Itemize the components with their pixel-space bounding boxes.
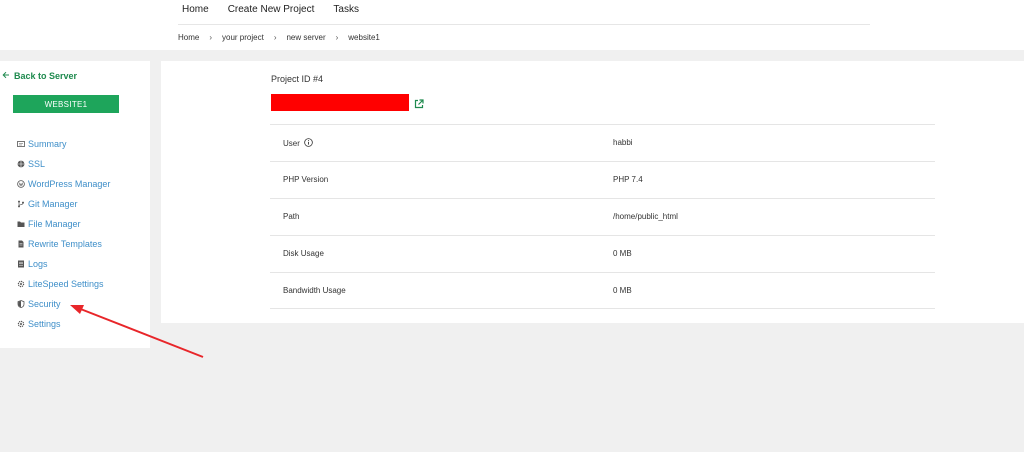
breadcrumb-project[interactable]: your project	[222, 33, 264, 42]
project-id-label: Project ID #4	[271, 74, 324, 84]
project-info-table: User habbi PHP Version PHP 7.4 Path /hom…	[270, 124, 935, 309]
sidebar-item-rewrite-templates[interactable]: Rewrite Templates	[17, 234, 110, 254]
table-row: PHP Version PHP 7.4	[270, 161, 935, 198]
sidebar-item-label[interactable]: SSL	[28, 159, 45, 169]
logs-icon	[17, 260, 25, 268]
sidebar-menu: Summary SSL WordPress Manager Git Manage…	[17, 134, 110, 334]
info-icon[interactable]	[304, 138, 313, 149]
ssl-icon	[17, 160, 25, 168]
summary-icon	[17, 140, 25, 148]
sidebar-item-litespeed-settings[interactable]: LiteSpeed Settings	[17, 274, 110, 294]
breadcrumb-home[interactable]: Home	[178, 33, 199, 42]
sidebar-item-settings[interactable]: Settings	[17, 314, 110, 334]
gear-icon	[17, 280, 25, 288]
external-link-icon[interactable]	[414, 96, 424, 109]
bandwidth-usage-label: Bandwidth Usage	[283, 286, 346, 295]
sidebar-item-label[interactable]: Git Manager	[28, 199, 78, 209]
sidebar-item-label[interactable]: Rewrite Templates	[28, 239, 102, 249]
breadcrumb-website: website1	[348, 33, 380, 42]
sidebar-item-security[interactable]: Security	[17, 294, 110, 314]
sidebar-item-label[interactable]: LiteSpeed Settings	[28, 279, 104, 289]
user-value: habbi	[613, 138, 633, 147]
breadcrumb: Home › your project › new server › websi…	[178, 33, 380, 42]
git-icon	[17, 200, 25, 208]
sidebar: Back to Server WEBSITE1 Summary SSL Word…	[0, 61, 150, 348]
back-to-server-link[interactable]: Back to Server	[2, 71, 77, 81]
back-to-server-label: Back to Server	[14, 71, 78, 81]
sidebar-item-label[interactable]: Settings	[28, 319, 61, 329]
wordpress-icon	[17, 180, 25, 188]
disk-usage-value: 0 MB	[613, 249, 632, 258]
table-row: Disk Usage 0 MB	[270, 235, 935, 272]
sidebar-item-logs[interactable]: Logs	[17, 254, 110, 274]
breadcrumb-separator: ›	[273, 33, 277, 42]
sidebar-item-label[interactable]: WordPress Manager	[28, 179, 110, 189]
nav-create-new-project[interactable]: Create New Project	[228, 4, 315, 15]
website-name-badge: WEBSITE1	[13, 95, 119, 113]
table-row: Bandwidth Usage 0 MB	[270, 272, 935, 309]
bandwidth-usage-value: 0 MB	[613, 286, 632, 295]
redacted-project-name	[271, 94, 409, 111]
document-icon	[17, 240, 25, 248]
sidebar-item-ssl[interactable]: SSL	[17, 154, 110, 174]
sidebar-item-label[interactable]: Logs	[28, 259, 48, 269]
nav-home[interactable]: Home	[182, 4, 209, 15]
row-label: User	[283, 138, 313, 149]
table-row: User habbi	[270, 124, 935, 161]
folder-icon	[17, 220, 25, 228]
php-version-label: PHP Version	[283, 175, 329, 184]
arrow-left-icon	[2, 71, 10, 81]
disk-usage-label: Disk Usage	[283, 249, 324, 258]
sidebar-item-summary[interactable]: Summary	[17, 134, 110, 154]
table-row: Path /home/public_html	[270, 198, 935, 235]
sidebar-item-label[interactable]: File Manager	[28, 219, 81, 229]
main-panel: Project ID #4 User habbi PHP Version PHP…	[161, 61, 1024, 323]
shield-icon	[17, 300, 25, 308]
breadcrumb-separator: ›	[209, 33, 213, 42]
top-nav: Home Create New Project Tasks	[182, 4, 378, 15]
sidebar-item-file-manager[interactable]: File Manager	[17, 214, 110, 234]
sidebar-item-label[interactable]: Summary	[28, 139, 67, 149]
sidebar-item-wordpress-manager[interactable]: WordPress Manager	[17, 174, 110, 194]
sidebar-item-label[interactable]: Security	[28, 299, 61, 309]
php-version-value: PHP 7.4	[613, 175, 643, 184]
user-label: User	[283, 139, 300, 148]
path-value: /home/public_html	[613, 212, 678, 221]
nav-divider	[178, 24, 870, 25]
breadcrumb-server[interactable]: new server	[286, 33, 325, 42]
gear-icon	[17, 320, 25, 328]
nav-tasks[interactable]: Tasks	[333, 4, 359, 15]
sidebar-item-git-manager[interactable]: Git Manager	[17, 194, 110, 214]
breadcrumb-separator: ›	[335, 33, 339, 42]
path-label: Path	[283, 212, 300, 221]
top-bar: Home Create New Project Tasks Home › you…	[0, 0, 1024, 50]
